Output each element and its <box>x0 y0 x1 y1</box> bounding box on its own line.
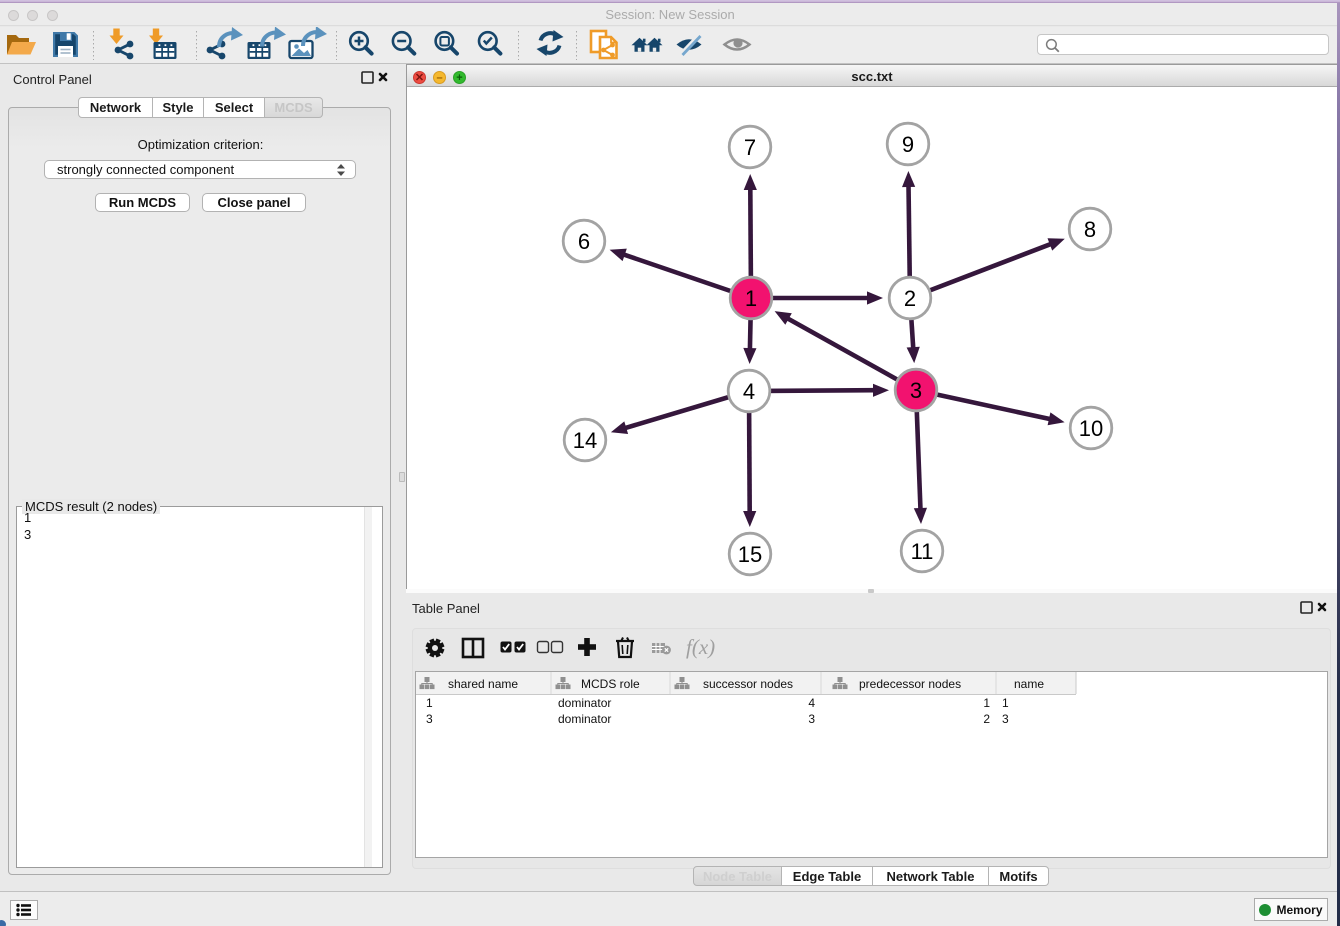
svg-text:4: 4 <box>808 696 815 710</box>
svg-text:name: name <box>1014 677 1044 691</box>
svg-text:3: 3 <box>808 712 815 726</box>
svg-text:dominator: dominator <box>558 696 611 710</box>
svg-text:successor nodes: successor nodes <box>703 677 793 691</box>
svg-text:3: 3 <box>1002 712 1009 726</box>
svg-text:predecessor nodes: predecessor nodes <box>859 677 961 691</box>
svg-text:1: 1 <box>983 696 990 710</box>
svg-text:1: 1 <box>1002 696 1009 710</box>
svg-text:3: 3 <box>426 712 433 726</box>
svg-text:1: 1 <box>426 696 433 710</box>
svg-text:MCDS role: MCDS role <box>581 677 640 691</box>
svg-text:shared name: shared name <box>448 677 518 691</box>
svg-text:2: 2 <box>983 712 990 726</box>
svg-text:dominator: dominator <box>558 712 611 726</box>
